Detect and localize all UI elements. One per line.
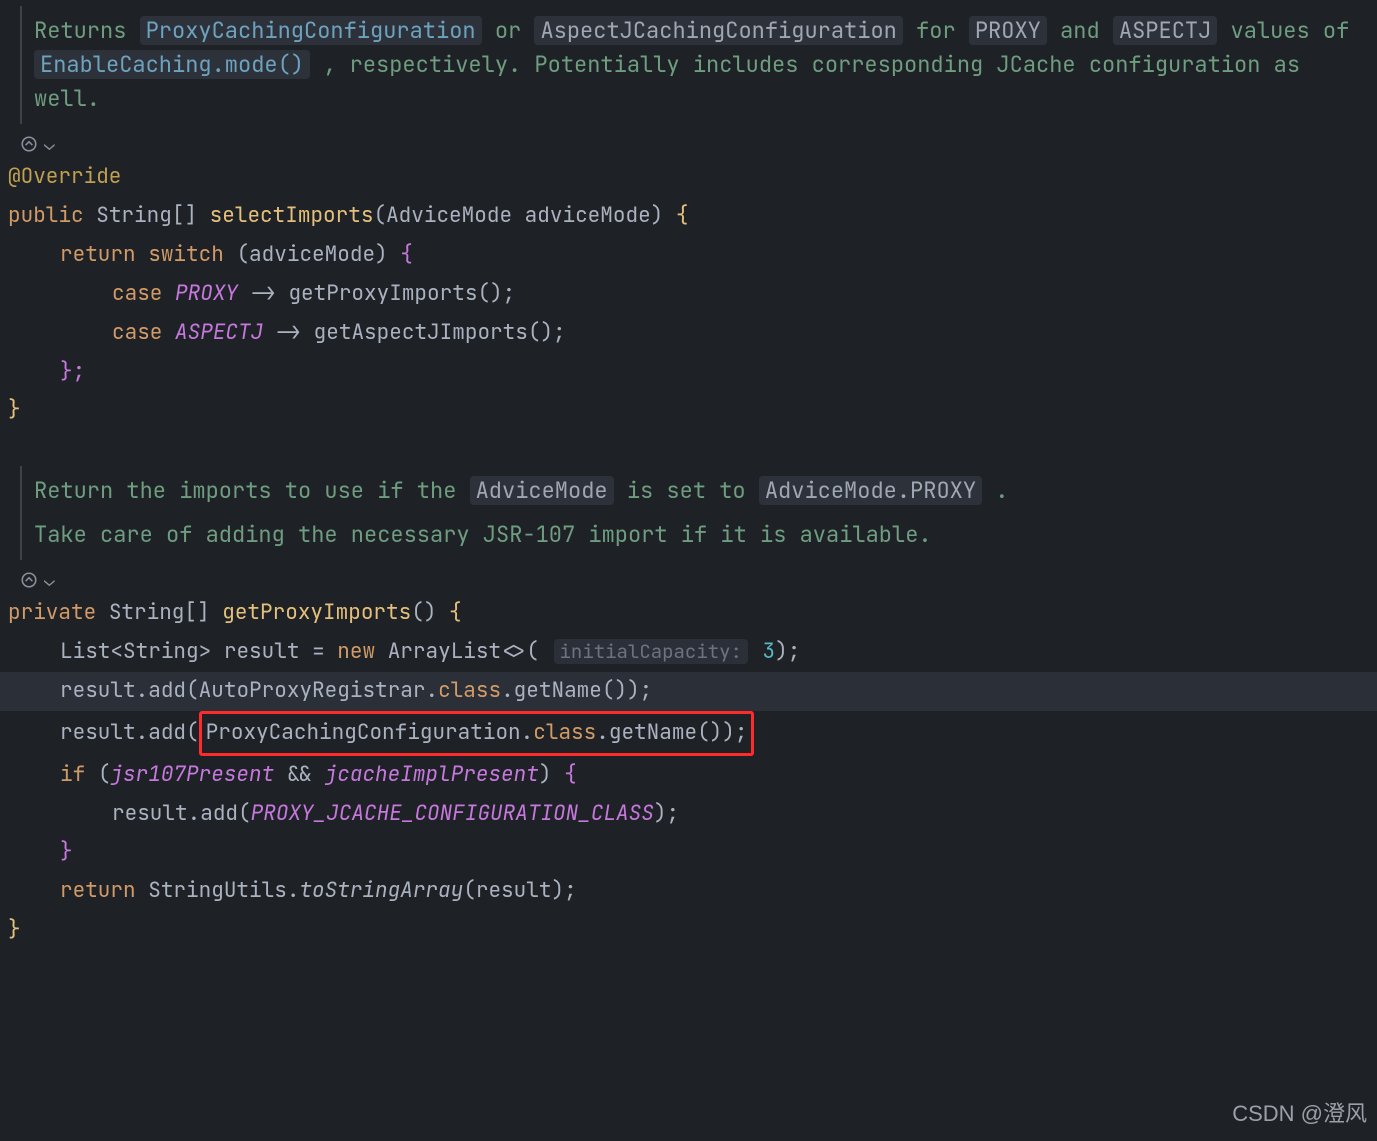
code-line: private String[] getProxyImports() { xyxy=(0,594,1377,633)
code-line: result.add(PROXY_JCACHE_CONFIGURATION_CL… xyxy=(0,795,1377,834)
doc-text: Returns xyxy=(34,16,140,45)
gutter-row: ⌄ xyxy=(0,130,1377,158)
override-gutter-icon[interactable] xyxy=(20,571,38,589)
doc-text: is set to xyxy=(627,476,759,505)
code-line: } xyxy=(0,911,1377,950)
code-line: List<String> result = new ArrayList<>( i… xyxy=(0,633,1377,672)
code-line: }; xyxy=(0,353,1377,392)
doc-link[interactable]: EnableCaching.mode() xyxy=(34,50,310,79)
doc-code: AdviceMode xyxy=(470,476,614,505)
code-line: case ASPECTJ -> getAspectJImports(); xyxy=(0,314,1377,353)
code-line: if (jsr107Present && jcacheImplPresent) … xyxy=(0,756,1377,795)
code-line: return switch (adviceMode) { xyxy=(0,236,1377,275)
doc-text: and xyxy=(1060,16,1113,45)
gutter-row: ⌄ xyxy=(0,566,1377,594)
doc-code: PROXY xyxy=(969,16,1047,45)
doc-code: AspectJCachingConfiguration xyxy=(534,16,902,45)
code-line: case PROXY -> getProxyImports(); xyxy=(0,275,1377,314)
doc-text: Return the imports to use if the xyxy=(34,476,470,505)
code-line: public String[] selectImports(AdviceMode… xyxy=(0,197,1377,236)
chevron-down-icon[interactable]: ⌄ xyxy=(44,128,55,161)
watermark: CSDN @澄风 xyxy=(1232,1094,1367,1135)
override-gutter-icon[interactable] xyxy=(20,135,38,153)
code-line: @Override xyxy=(0,158,1377,197)
code-line: result.add(ProxyCachingConfiguration.cla… xyxy=(0,711,1377,756)
code-line: } xyxy=(0,833,1377,872)
code-line: return StringUtils.toStringArray(result)… xyxy=(0,872,1377,911)
doc-link[interactable]: ProxyCachingConfiguration xyxy=(140,16,482,45)
doc-code: ASPECTJ xyxy=(1113,16,1217,45)
chevron-down-icon[interactable]: ⌄ xyxy=(44,564,55,597)
doc-text: or xyxy=(495,16,535,45)
doc-text: for xyxy=(916,16,969,45)
code-editor[interactable]: Returns ProxyCachingConfiguration or Asp… xyxy=(0,0,1377,1141)
doc-text: Take care of adding the necessary JSR-10… xyxy=(34,518,1367,552)
code-line: } xyxy=(0,391,1377,430)
doc-text: . xyxy=(995,476,1008,505)
inlay-hint: initialCapacity: xyxy=(554,639,748,664)
javadoc-block: Return the imports to use if the AdviceM… xyxy=(20,466,1377,560)
code-line-highlighted: result.add(AutoProxyRegistrar.class.getN… xyxy=(0,672,1377,711)
highlighted-annotation: ProxyCachingConfiguration.class.getName(… xyxy=(199,711,755,756)
annotation: @Override xyxy=(8,163,121,190)
doc-code: AdviceMode.PROXY xyxy=(759,476,982,505)
javadoc-block: Returns ProxyCachingConfiguration or Asp… xyxy=(20,6,1377,124)
doc-text: values of xyxy=(1231,16,1350,45)
